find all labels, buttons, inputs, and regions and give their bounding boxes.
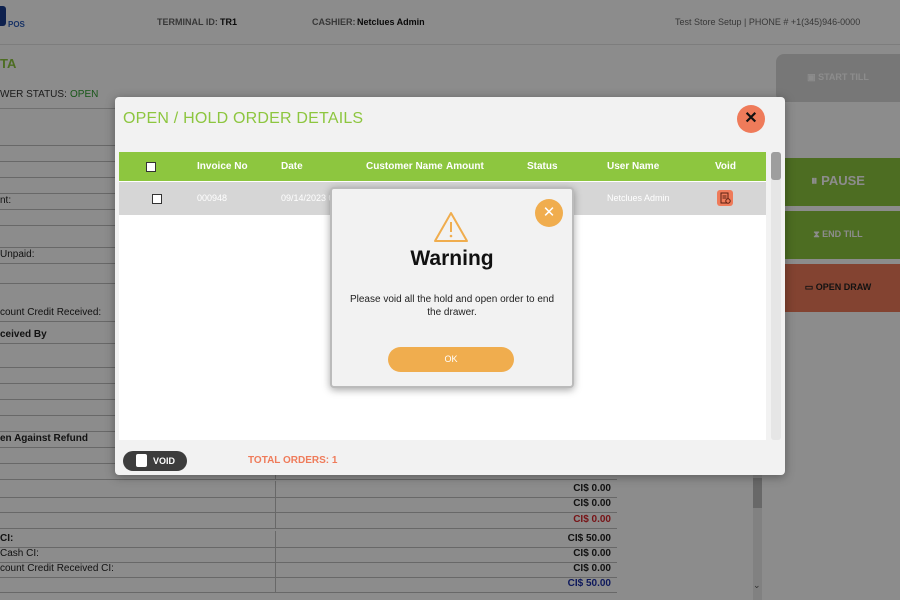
void-row-icon[interactable] — [717, 190, 733, 206]
modal-close-button[interactable]: ✕ — [737, 105, 765, 133]
row-checkbox[interactable] — [152, 194, 162, 204]
warning-close-button[interactable]: ✕ — [535, 199, 563, 227]
select-all-checkbox[interactable] — [146, 162, 156, 172]
modal-scrollbar[interactable] — [771, 152, 781, 440]
close-icon: ✕ — [744, 110, 758, 127]
modal-title: OPEN / HOLD ORDER DETAILS — [123, 110, 364, 127]
document-icon — [136, 454, 147, 467]
col-date: Date — [281, 161, 303, 172]
col-customer: Customer Name — [366, 161, 443, 172]
col-invoice: Invoice No — [197, 161, 248, 172]
col-user: User Name — [607, 161, 660, 172]
close-icon: ✕ — [542, 204, 556, 221]
total-orders: TOTAL ORDERS: 1 — [248, 455, 338, 466]
cell-invoice: 000948 — [197, 193, 228, 203]
warning-title: Warning — [410, 247, 494, 270]
table-header: Invoice No Date Customer Name Amount Sta… — [119, 152, 766, 181]
col-status: Status — [527, 161, 558, 172]
cell-user: Netclues Admin — [607, 193, 670, 203]
warning-icon — [434, 212, 468, 242]
void-button[interactable]: VOID — [123, 451, 187, 471]
col-void: Void — [715, 161, 736, 172]
modal-scrollbar-thumb[interactable] — [771, 152, 781, 180]
col-amount: Amount — [446, 161, 484, 172]
warning-message: Please void all the hold and open order … — [349, 294, 555, 318]
ok-button[interactable]: OK — [388, 347, 514, 372]
warning-dialog: ✕ Warning Please void all the hold and o… — [330, 187, 574, 388]
cell-date: 09/14/2023 0 — [281, 193, 334, 203]
